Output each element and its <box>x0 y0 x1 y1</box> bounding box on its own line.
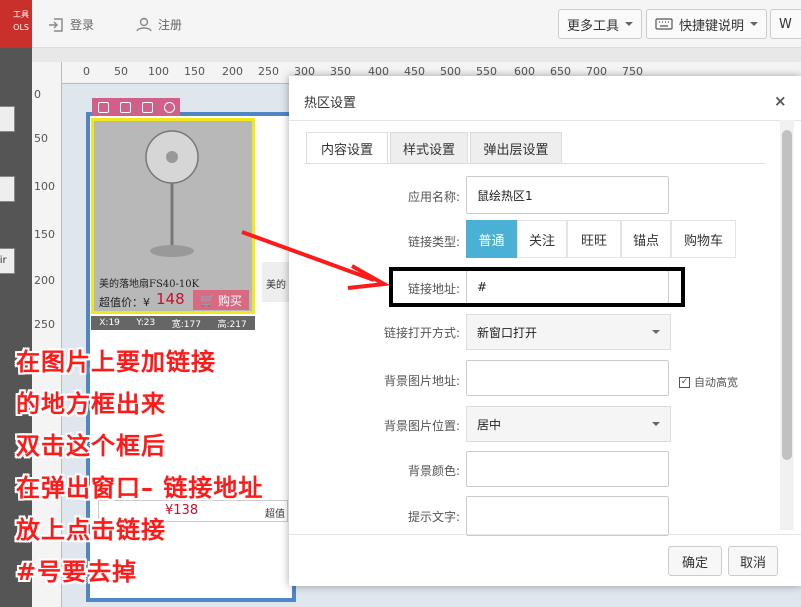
close-icon[interactable]: × <box>774 92 787 110</box>
bg-position-label: 背景图片位置: <box>383 419 460 433</box>
tab-style-settings[interactable]: 样式设置 <box>390 132 468 164</box>
chevron-down-icon <box>625 22 634 26</box>
bg-position-select[interactable]: 居中 <box>466 406 671 442</box>
bg-color-input[interactable] <box>466 451 669 487</box>
product-title: 美的落地扇FS40-10K <box>99 279 200 290</box>
divider <box>305 163 765 164</box>
hint-text-input[interactable] <box>466 496 669 536</box>
login-icon <box>49 17 63 32</box>
link-type-normal[interactable]: 普通 <box>466 220 517 258</box>
sidebar-tool-3[interactable]: n/ir <box>0 248 15 274</box>
auto-size-checkbox[interactable]: ✓ 自动高宽 <box>679 374 738 390</box>
chevron-down-icon <box>750 22 759 26</box>
annotation-line-6: #号要去掉 <box>16 558 138 586</box>
divider <box>289 534 801 535</box>
highlight-box <box>389 267 685 307</box>
app-name-label: 应用名称: <box>407 190 460 204</box>
edit-icon[interactable] <box>97 101 109 113</box>
hotzone-toolbar <box>92 98 180 116</box>
copy-icon[interactable] <box>141 101 153 113</box>
scrollbar-thumb[interactable] <box>782 130 792 460</box>
extra-button[interactable]: W <box>770 9 801 39</box>
link-type-follow[interactable]: 关注 <box>517 220 567 258</box>
annotation-line-5: 放上点击链接 <box>16 516 166 544</box>
price-label: 超值价：¥ <box>99 296 150 309</box>
sidebar-tool-2[interactable] <box>0 176 15 202</box>
link-type-anchor[interactable]: 锚点 <box>621 220 671 258</box>
cart-icon: 🛒 <box>200 293 215 307</box>
bg-image-input[interactable] <box>466 360 669 396</box>
dialog-title: 热区设置 <box>304 96 357 111</box>
open-mode-label: 链接打开方式: <box>383 326 460 340</box>
user-icon <box>136 17 152 32</box>
divider <box>289 120 801 121</box>
login-link[interactable]: 登录 <box>48 16 94 33</box>
app-name-input[interactable]: 鼠绘热区1 <box>466 176 669 214</box>
fan-image <box>145 130 199 257</box>
app-logo: 工具 OLS <box>0 0 32 48</box>
arrow-icon <box>241 230 391 290</box>
annotation-line-3: 双击这个框后 <box>16 432 166 460</box>
hint-text-label: 提示文字: <box>407 510 460 524</box>
shortcuts-button[interactable]: 快捷键说明 <box>646 9 768 39</box>
annotation-line-1: 在图片上要加链接 <box>16 348 216 376</box>
cancel-button[interactable]: 取消 <box>728 546 778 576</box>
more-tools-button[interactable]: 更多工具 <box>558 9 643 39</box>
annotation-line-2: 的地方框出来 <box>16 390 166 418</box>
price-value: 148 <box>156 290 185 308</box>
check-icon: ✓ <box>679 376 690 388</box>
bg-image-label: 背景图片地址: <box>383 374 460 388</box>
confirm-button[interactable]: 确定 <box>668 546 722 576</box>
annotation-line-4: 在弹出窗口– 链接地址 <box>16 474 264 502</box>
keyboard-icon <box>655 18 673 30</box>
tab-popup-settings[interactable]: 弹出层设置 <box>470 132 562 164</box>
bg-color-label: 背景颜色: <box>407 464 460 478</box>
open-mode-select[interactable]: 新窗口打开 <box>466 314 671 350</box>
sidebar-tool-1[interactable] <box>0 106 15 132</box>
coordinate-readout: X:19 Y:23 宽:177 高:217 <box>91 316 255 330</box>
close-icon[interactable] <box>163 101 175 113</box>
tab-content-settings[interactable]: 内容设置 <box>306 132 388 164</box>
register-link[interactable]: 注册 <box>136 16 182 33</box>
chevron-down-icon <box>652 422 660 426</box>
chevron-down-icon <box>652 330 660 334</box>
link-type-cart[interactable]: 购物车 <box>671 220 736 258</box>
link-type-wangwang[interactable]: 旺旺 <box>567 220 621 258</box>
lock-icon[interactable] <box>119 101 131 113</box>
